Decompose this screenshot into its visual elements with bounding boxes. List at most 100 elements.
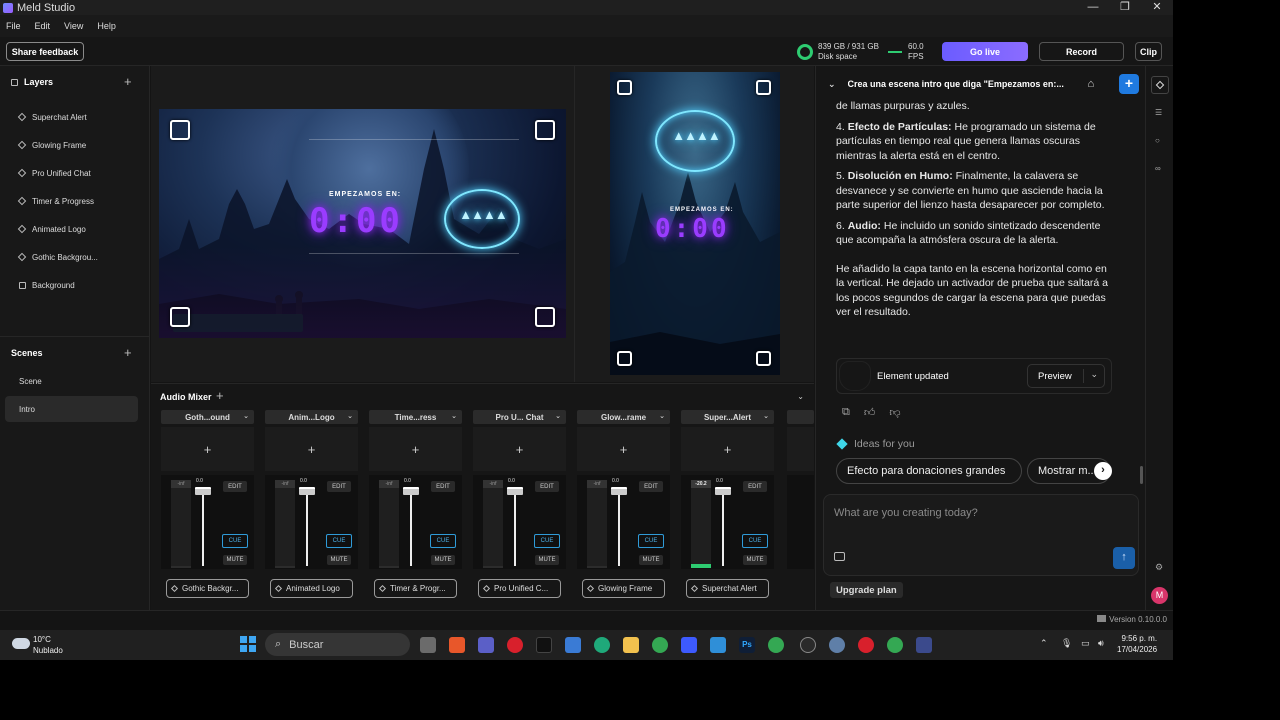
channel-head[interactable]: Super...Alert ⌄ xyxy=(681,410,774,424)
minimize-button[interactable]: — xyxy=(1077,0,1109,15)
channel-head[interactable]: Pro U... Chat ⌄ xyxy=(473,410,566,424)
fader-handle[interactable] xyxy=(403,487,419,495)
vertical-resize-handle-bottom-right[interactable] xyxy=(756,351,771,366)
edit-button[interactable]: EDIT xyxy=(743,481,767,492)
mute-button[interactable]: MUTE xyxy=(431,555,455,565)
preview-chevron-icon[interactable]: ⌄ xyxy=(1083,369,1098,383)
channel-source-button[interactable]: Pro Unified C... xyxy=(478,579,561,598)
chevron-down-icon[interactable]: ⌄ xyxy=(451,412,457,420)
opera-icon[interactable] xyxy=(507,637,523,653)
cue-button[interactable]: CUE xyxy=(430,534,456,548)
store-icon[interactable] xyxy=(565,637,581,653)
add-filter-button[interactable]: + xyxy=(473,427,566,471)
maximize-button[interactable]: ❐ xyxy=(1109,0,1141,15)
chat-scrollbar[interactable] xyxy=(1140,466,1143,484)
upgrade-plan-button[interactable]: Upgrade plan xyxy=(830,582,903,598)
sliders-icon[interactable]: ☰ xyxy=(1155,108,1162,117)
chat-bubble-icon[interactable]: ○ xyxy=(1155,136,1160,145)
vertical-resize-handle-top-left[interactable] xyxy=(617,80,632,95)
new-chat-button[interactable]: + xyxy=(1119,74,1139,94)
file-explorer-icon[interactable] xyxy=(623,637,639,653)
settings-gear-icon[interactable]: ⚙ xyxy=(1155,562,1163,573)
image-attach-icon[interactable] xyxy=(834,552,845,561)
add-filter-button[interactable]: + xyxy=(265,427,358,471)
cue-button[interactable]: CUE xyxy=(638,534,664,548)
layer-item-gothic-background[interactable]: Gothic Backgrou... xyxy=(17,250,98,264)
link-icon[interactable]: ∞ xyxy=(1155,164,1161,173)
channel-source-button[interactable]: Glowing Frame xyxy=(582,579,665,598)
copy-icon[interactable]: ⧉ xyxy=(842,406,850,419)
tiktok-icon[interactable] xyxy=(536,637,552,653)
chrome-alt-icon[interactable] xyxy=(887,637,903,653)
cue-button[interactable]: CUE xyxy=(326,534,352,548)
photos-icon[interactable] xyxy=(710,637,726,653)
clip-button[interactable]: Clip xyxy=(1135,42,1162,61)
edit-button[interactable]: EDIT xyxy=(431,481,455,492)
fader-track[interactable] xyxy=(202,491,204,566)
horizontal-scene-preview[interactable]: EMPEZAMOS EN: 0:00 ▲▲▲▲ xyxy=(159,109,566,338)
chevron-right-icon[interactable]: › xyxy=(1094,462,1112,480)
fader-handle[interactable] xyxy=(195,487,211,495)
volume-icon[interactable]: 🔊︎ xyxy=(1098,638,1104,649)
brave-icon[interactable] xyxy=(449,637,465,653)
vertical-resize-handle-top-right[interactable] xyxy=(756,80,771,95)
weather-widget[interactable]: 10°C Nublado xyxy=(33,634,63,656)
channel-source-button[interactable]: Gothic Backgr... xyxy=(166,579,249,598)
thumbs-up-icon[interactable]: 👍︎ xyxy=(864,406,876,419)
preview-button[interactable]: Preview ⌄ xyxy=(1027,364,1105,388)
tray-chevron-up-icon[interactable]: ⌃ xyxy=(1040,638,1048,649)
menu-help[interactable]: Help xyxy=(97,21,116,31)
chevron-down-icon[interactable]: ⌄ xyxy=(347,412,353,420)
add-filter-button[interactable]: + xyxy=(161,427,254,471)
menu-file[interactable]: File xyxy=(6,21,21,31)
cue-button[interactable]: CUE xyxy=(534,534,560,548)
chat-input-box[interactable]: What are you creating today? ↑ xyxy=(823,494,1139,576)
resize-handle-bottom-right[interactable] xyxy=(535,307,555,327)
edit-button[interactable]: EDIT xyxy=(223,481,247,492)
add-audio-source-icon[interactable]: + xyxy=(216,389,224,402)
fader-track[interactable] xyxy=(514,491,516,566)
fader-track[interactable] xyxy=(306,491,308,566)
fader-handle[interactable] xyxy=(507,487,523,495)
menu-edit[interactable]: Edit xyxy=(35,21,51,31)
microphone-icon[interactable]: 🎙︎ xyxy=(1061,638,1072,649)
fader-handle[interactable] xyxy=(611,487,627,495)
layer-item-background[interactable]: Background xyxy=(19,278,75,292)
resize-handle-top-left[interactable] xyxy=(170,120,190,140)
channel-head[interactable]: Anim...Logo ⌄ xyxy=(265,410,358,424)
add-layer-icon[interactable]: + xyxy=(124,75,132,88)
network-icon[interactable]: ▭ xyxy=(1081,638,1090,649)
share-feedback-button[interactable]: Share feedback xyxy=(6,42,84,61)
chevron-down-icon[interactable]: ⌄ xyxy=(243,412,249,420)
layer-item-timer-progress[interactable]: Timer & Progress xyxy=(17,194,94,208)
edit-button[interactable]: EDIT xyxy=(327,481,351,492)
mute-button[interactable]: MUTE xyxy=(535,555,559,565)
user-avatar[interactable]: M xyxy=(1151,587,1168,604)
scene-item-intro[interactable]: Intro xyxy=(5,396,138,422)
menu-view[interactable]: View xyxy=(64,21,83,31)
teams-icon[interactable] xyxy=(478,637,494,653)
close-button[interactable]: ✕ xyxy=(1141,0,1173,15)
home-icon[interactable]: ⌂ xyxy=(1088,78,1095,90)
scene-item-scene[interactable]: Scene xyxy=(5,368,138,394)
vertical-scene-preview[interactable]: ▲▲▲▲ EMPEZAMOS EN: 0:00 xyxy=(610,72,780,375)
layer-item-glowing-frame[interactable]: Glowing Frame xyxy=(17,138,86,152)
channel-head[interactable]: Time...ress ⌄ xyxy=(369,410,462,424)
mute-button[interactable]: MUTE xyxy=(327,555,351,565)
obs-icon[interactable] xyxy=(800,637,816,653)
edge-icon[interactable] xyxy=(594,637,610,653)
layer-item-superchat-alert[interactable]: Superchat Alert xyxy=(17,110,87,124)
taskbar-clock[interactable]: 9:56 p. m. 17/04/2026 xyxy=(1117,633,1157,655)
cue-button[interactable]: CUE xyxy=(222,534,248,548)
taskbar-search[interactable]: ⌕ Buscar xyxy=(265,633,410,656)
channel-head[interactable]: Goth...ound ⌄ xyxy=(161,410,254,424)
mute-button[interactable]: MUTE xyxy=(639,555,663,565)
resize-handle-bottom-left[interactable] xyxy=(170,307,190,327)
mute-button[interactable]: MUTE xyxy=(223,555,247,565)
channel-source-button[interactable]: Superchat Alert xyxy=(686,579,769,598)
channel-source-button[interactable]: Timer & Progr... xyxy=(374,579,457,598)
settings-app-icon[interactable] xyxy=(829,637,845,653)
add-filter-button[interactable]: + xyxy=(369,427,462,471)
meld-studio-taskbar-icon[interactable] xyxy=(916,637,932,653)
fader-track[interactable] xyxy=(410,491,412,566)
